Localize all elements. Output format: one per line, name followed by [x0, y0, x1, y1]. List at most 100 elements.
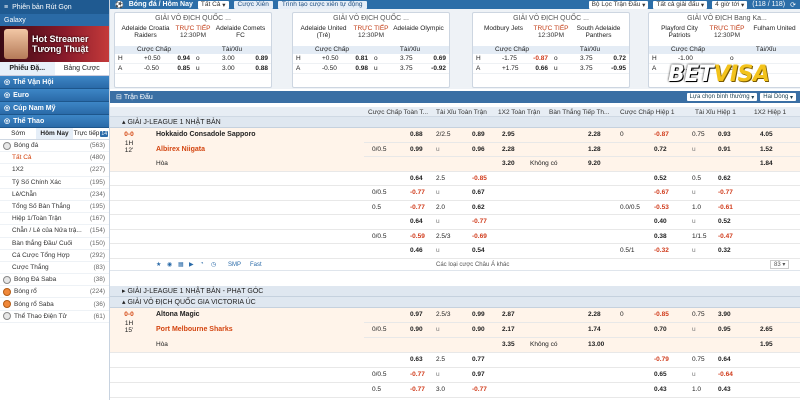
refresh-icon[interactable]: ⟳	[790, 1, 800, 9]
odds-cell[interactable]: -0.77	[410, 204, 425, 211]
odds-cell[interactable]: 3.90	[718, 311, 731, 318]
odds-cell[interactable]: -0.77	[410, 371, 425, 378]
odds-cell[interactable]: 1.95	[760, 341, 773, 348]
odds-cell[interactable]: 0.88	[410, 131, 423, 138]
odds-cell[interactable]: 0.65	[654, 371, 667, 378]
star-icon[interactable]: ★	[156, 261, 161, 268]
sidebar-item-market[interactable]: Tỷ Số Chính Xác (195)	[0, 177, 109, 189]
cat-copa[interactable]: ◎ Cúp Nam Mỹ	[0, 102, 109, 115]
odds-cell[interactable]: 13.00	[588, 341, 604, 348]
odds-cell[interactable]: 0.77	[472, 356, 485, 363]
stats-icon[interactable]: ▦	[178, 261, 184, 268]
tv-icon[interactable]: ◉	[167, 261, 172, 268]
odds-cell[interactable]: 2.95	[502, 131, 515, 138]
odds-cell[interactable]: 0.97	[410, 311, 423, 318]
odds-cell[interactable]: -0.95	[603, 65, 629, 72]
sidebar-item-sport[interactable]: Bóng rổ Saba (36)	[0, 298, 109, 311]
odds-cell[interactable]: 0.99	[410, 146, 423, 153]
cat-sports[interactable]: ◎ Thể Thao	[0, 115, 109, 128]
odds-cell[interactable]: 0.66	[525, 65, 551, 72]
sidebar-item-football[interactable]: Bóng đá (563)	[0, 140, 109, 153]
auto-parlay-button[interactable]: Trình tạo cược xiên tự động	[277, 0, 367, 9]
odds-cell[interactable]: 0.62	[472, 204, 485, 211]
odds-cell[interactable]: 0.91	[718, 146, 731, 153]
odds-cell[interactable]: 0.98	[345, 65, 371, 72]
home-team[interactable]: Altona Magic	[156, 311, 200, 318]
odds-cell[interactable]: 2.28	[588, 311, 601, 318]
odds-cell[interactable]: 1.52	[760, 146, 773, 153]
odds-cell[interactable]: 0.70	[654, 326, 667, 333]
odds-cell[interactable]: 0.67	[472, 189, 485, 196]
odds-cell[interactable]: 0.96	[472, 146, 485, 153]
odds-cell[interactable]: 0.88	[245, 65, 271, 72]
odds-cell[interactable]: -0.47	[718, 233, 733, 240]
sidebar-item-market[interactable]: Hiệp 1/Toàn Trận (167)	[0, 213, 109, 226]
odds-cell[interactable]: 1.84	[760, 160, 773, 167]
market-filter-select[interactable]: Tất Cả ▾	[197, 0, 229, 9]
odds-cell[interactable]: -0.87	[654, 131, 669, 138]
odds-cell[interactable]: -0.77	[472, 218, 487, 225]
league-header[interactable]: ▴ GIẢI VÔ ĐỊCH QUỐC GIA VICTORIA ÚC	[110, 297, 800, 308]
tab-live[interactable]: Trực tiếp 14	[73, 128, 109, 139]
sidebar-item-sport[interactable]: Thể Thao Điện Tử (61)	[0, 311, 109, 323]
odds-cell[interactable]: 0.64	[410, 218, 423, 225]
odds-cell[interactable]: 0.89	[472, 131, 485, 138]
more-odds-link[interactable]: Các loại cược Châu Á khác	[436, 262, 509, 268]
odds-cell[interactable]: 2.28	[502, 146, 515, 153]
odds-cell[interactable]: 0.63	[410, 356, 423, 363]
cat-olympics[interactable]: ◎ Thể Vận Hội	[0, 76, 109, 89]
odds-cell[interactable]: -0.77	[410, 386, 425, 393]
odds-cell[interactable]: 2.28	[588, 131, 601, 138]
page-select[interactable]: 83 ▾	[770, 259, 790, 269]
odds-cell[interactable]: 3.35	[502, 341, 515, 348]
odds-cell[interactable]: -0.85	[472, 175, 487, 182]
odds-cell[interactable]: -0.79	[654, 356, 669, 363]
odds-cell[interactable]: 2.65	[760, 326, 773, 333]
sidebar-item-market[interactable]: Tổng Số Bàn Thắng (195)	[0, 201, 109, 214]
streamer-banner[interactable]: Hot Streamer Tương Thuật	[0, 26, 109, 62]
compact-version-bar[interactable]: ≡ Phiên bản Rút Gọn	[0, 0, 109, 14]
tab-bet-list[interactable]: Bảng Cược	[55, 62, 110, 75]
odds-cell[interactable]: 0.43	[654, 386, 667, 393]
home-team[interactable]: Hokkaido Consadole Sapporo	[156, 131, 256, 138]
chart-icon[interactable]: ◔	[200, 261, 204, 267]
away-team[interactable]: Albirex Niigata	[156, 146, 205, 153]
galaxy-link[interactable]: Galaxy	[0, 14, 109, 26]
sidebar-item-sport[interactable]: Bóng rổ (224)	[0, 286, 109, 299]
odds-cell[interactable]: -0.53	[654, 204, 669, 211]
odds-cell[interactable]: 0.52	[654, 175, 667, 182]
odds-cell[interactable]: 0.90	[472, 326, 485, 333]
odds-cell[interactable]: -0.77	[718, 189, 733, 196]
odds-cell[interactable]: 0.32	[718, 247, 731, 254]
odds-cell[interactable]: -0.61	[718, 204, 733, 211]
odds-cell[interactable]: 0.62	[718, 175, 731, 182]
fast-label[interactable]: Fast	[250, 262, 262, 268]
collapse-icon[interactable]: ⊟	[116, 93, 124, 101]
sidebar-item-market[interactable]: Bàn thắng Đầu/ Cuối (150)	[0, 238, 109, 250]
away-team[interactable]: Port Melbourne Sharks	[156, 326, 233, 333]
odds-cell[interactable]: 0.72	[654, 146, 667, 153]
odds-cell[interactable]: 0.81	[345, 55, 371, 62]
odds-cell[interactable]: 0.85	[167, 65, 193, 72]
odds-cell[interactable]: -0.77	[410, 189, 425, 196]
odds-cell[interactable]: 2.87	[502, 311, 515, 318]
featured-match-card[interactable]: GIẢI VÔ ĐỊCH QUỐC ... Adelaide Croatia R…	[114, 12, 272, 88]
odds-cell[interactable]: 1.74	[588, 326, 601, 333]
league-header[interactable]: ▴ GIẢI J-LEAGUE 1 NHẬT BẢN	[110, 117, 800, 128]
sidebar-item-market[interactable]: Cá Cược Tổng Hợp (292)	[0, 250, 109, 262]
odds-cell[interactable]: -0.64	[718, 371, 733, 378]
match-filter-select[interactable]: Bộ Lọc Trận Đấu ▾	[588, 0, 649, 9]
featured-match-card[interactable]: GIẢI VÔ ĐỊCH QUỐC ... Adelaide United (T…	[292, 12, 450, 88]
tab-bet-slip[interactable]: Phiếu Đặ...	[0, 62, 55, 75]
featured-match-card[interactable]: GIẢI VÔ ĐỊCH QUỐC ... Modbury Jets TRỰC …	[472, 12, 630, 88]
odds-type-select[interactable]: Hai Dòng ▾	[760, 93, 796, 101]
odds-cell[interactable]: -0.77	[472, 386, 487, 393]
odds-cell[interactable]: 3.20	[502, 160, 515, 167]
sidebar-item-market[interactable]: Chẵn / Lẻ của Nửa trậ... (154)	[0, 225, 109, 238]
odds-cell[interactable]: 0.40	[654, 218, 667, 225]
odds-cell[interactable]: 0.64	[718, 356, 731, 363]
sidebar-item-market[interactable]: Cược Thắng (83)	[0, 262, 109, 275]
odds-cell[interactable]: 4.05	[760, 131, 773, 138]
league-header[interactable]: ▸ GIẢI J-LEAGUE 1 NHẬT BẢN - PHẠT GÓC	[110, 286, 800, 297]
sidebar-item-sport[interactable]: Bóng Đá Saba (38)	[0, 274, 109, 287]
